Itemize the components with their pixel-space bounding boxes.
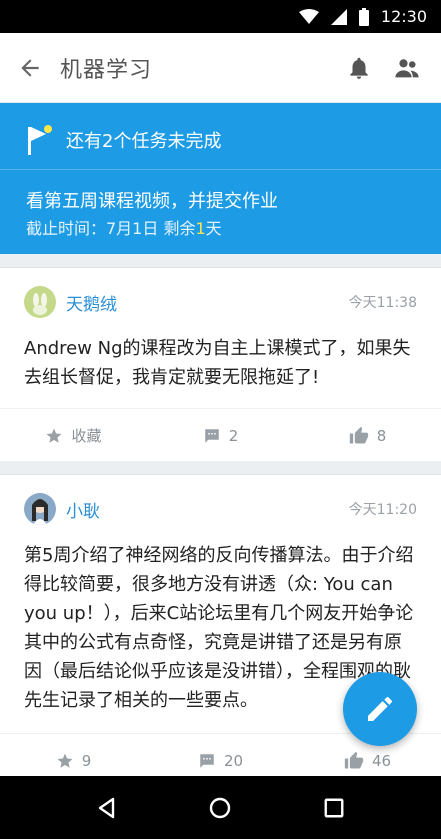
favorite-count: 9 <box>81 751 92 770</box>
task-deadline: 截止时间：7月1日 剩余1天 <box>26 215 222 239</box>
likes-count: 8 <box>376 426 387 445</box>
comments-button[interactable]: 2 <box>147 409 294 462</box>
comments-count: 2 <box>228 426 239 445</box>
star-icon <box>57 753 73 768</box>
nav-recents-button[interactable] <box>304 778 364 838</box>
battery-icon <box>358 7 369 26</box>
like-button[interactable]: 8 <box>294 409 441 462</box>
task-banner[interactable]: 还有2个任务未完成 看第五周课程视频，并提交作业 截止时间：7月1日 剩余1天 <box>0 103 441 254</box>
people-icon <box>395 58 419 77</box>
favorite-button[interactable]: 收藏 <box>0 409 147 462</box>
flag-icon <box>28 125 52 155</box>
avatar[interactable] <box>24 286 56 318</box>
post-author[interactable]: 小耿 <box>66 497 349 522</box>
nav-recents-icon <box>324 798 344 817</box>
status-bar: 12:30 <box>0 0 441 33</box>
arrow-left-icon <box>21 58 39 77</box>
post-author[interactable]: 天鹅绒 <box>66 290 349 315</box>
nav-home-button[interactable] <box>190 778 250 838</box>
avatar[interactable] <box>24 493 56 525</box>
comments-count: 20 <box>223 751 244 770</box>
deadline-prefix: 截止时间：7月1日 剩余 <box>26 219 196 238</box>
post-actions: 收藏 2 8 <box>0 408 441 462</box>
deadline-suffix: 天 <box>205 219 222 238</box>
nav-back-icon <box>98 797 115 818</box>
post-card[interactable]: 天鹅绒 今天11:38 Andrew Ng的课程改为自主上课模式了，如果失去组长… <box>0 267 441 461</box>
banner-divider <box>0 169 441 170</box>
favorite-label: 收藏 <box>71 427 102 445</box>
post-header: 小耿 今天11:20 <box>24 493 417 525</box>
post-header: 天鹅绒 今天11:38 <box>24 286 417 318</box>
status-time: 12:30 <box>380 7 427 26</box>
thumbs-up-icon <box>344 751 364 768</box>
nav-home-icon <box>210 797 231 818</box>
task-title: 看第五周课程视频，并提交作业 <box>26 191 278 212</box>
bell-icon <box>350 57 368 79</box>
thumbs-up-icon <box>349 426 368 443</box>
post-text: Andrew Ng的课程改为自主上课模式了，如果失去组长督促，我肯定就要无限拖延… <box>24 338 411 388</box>
comment-icon <box>204 428 219 443</box>
app-bar: 机器学习 <box>0 33 441 103</box>
compose-button[interactable] <box>343 672 417 746</box>
deadline-days: 1 <box>195 219 206 238</box>
tasks-summary: 还有2个任务未完成 <box>26 123 221 157</box>
system-nav-bar <box>0 776 441 839</box>
post-time: 今天11:20 <box>348 502 417 518</box>
nav-back-button[interactable] <box>77 778 137 838</box>
notifications-button[interactable] <box>335 33 383 103</box>
signal-icon <box>330 8 347 25</box>
pencil-icon <box>368 697 392 721</box>
star-icon <box>46 428 62 443</box>
likes-count: 46 <box>371 751 392 770</box>
tasks-remaining-text: 还有2个任务未完成 <box>66 131 222 152</box>
members-button[interactable] <box>383 33 431 103</box>
page-title: 机器学习 <box>60 57 153 83</box>
wifi-icon <box>298 8 319 25</box>
comment-icon <box>200 753 214 768</box>
back-button[interactable] <box>0 33 60 103</box>
post-time: 今天11:38 <box>348 295 417 311</box>
